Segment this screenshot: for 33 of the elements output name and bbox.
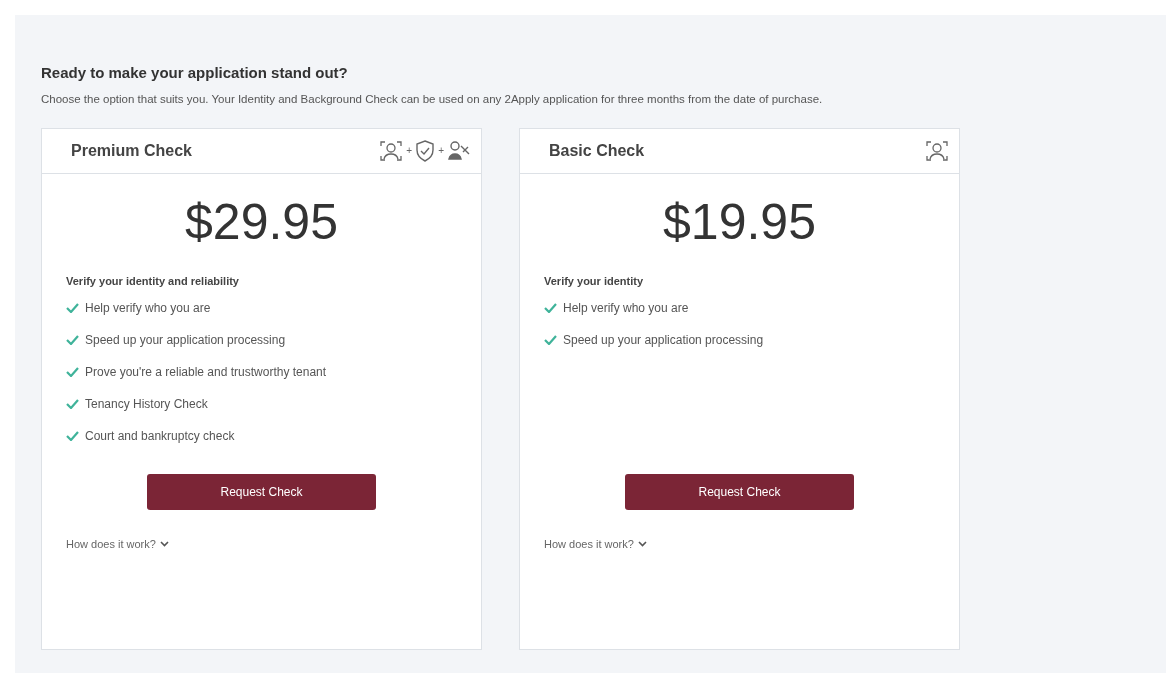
check-icon xyxy=(544,303,557,313)
shield-check-icon xyxy=(415,139,436,162)
check-icon xyxy=(66,399,79,409)
feature-text: Help verify who you are xyxy=(85,300,211,317)
request-check-button[interactable]: Request Check xyxy=(147,474,376,510)
person-scan-icon xyxy=(925,139,949,162)
feature-text: Speed up your application processing xyxy=(85,332,286,349)
feature-text: Tenancy History Check xyxy=(85,396,208,413)
feature-text: Speed up your application processing xyxy=(563,332,764,349)
check-icon xyxy=(66,335,79,345)
request-check-button[interactable]: Request Check xyxy=(625,474,854,510)
person-scan-icon xyxy=(379,139,404,162)
plus-sign: + xyxy=(438,144,444,158)
card-title: Basic Check xyxy=(549,140,645,161)
chevron-down-icon xyxy=(637,541,647,548)
feature-text: Prove you're a reliable and trustworthy tenant xyxy=(85,364,327,381)
check-icon xyxy=(66,303,79,313)
check-icon xyxy=(544,335,557,345)
intro-text: Choose the option that suits you. Your Identity and Background Check can be used on any 2Apply application for three months from the date of purchase. xyxy=(41,91,824,107)
chevron-down-icon xyxy=(159,541,169,548)
check-icon xyxy=(66,431,79,441)
check-icon xyxy=(66,367,79,377)
how-it-works-link[interactable]: How does it work? xyxy=(544,536,935,553)
card-title: Premium Check xyxy=(71,140,192,161)
feature-text: Help verify who you are xyxy=(563,300,689,317)
how-it-works-link[interactable]: How does it work? xyxy=(66,536,457,553)
feature-text: Court and bankruptcy check xyxy=(85,428,235,445)
section-heading: Ready to make your application stand out? xyxy=(41,63,349,83)
plan-subtitle: Verify your identity xyxy=(544,273,645,289)
plan-subtitle: Verify your identity and reliability xyxy=(66,273,240,289)
price: $29.95 xyxy=(185,193,338,250)
plus-sign: + xyxy=(406,144,413,158)
price: $19.95 xyxy=(663,193,816,250)
